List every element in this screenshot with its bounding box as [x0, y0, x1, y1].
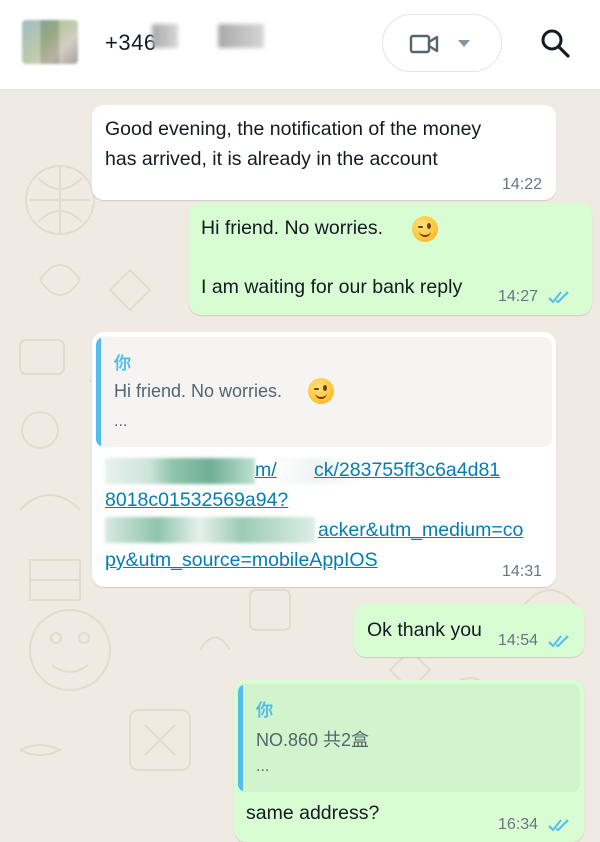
message-time: 14:31: [502, 563, 543, 580]
quote-accent-bar: [238, 684, 243, 792]
read-receipt-double-check-icon: [548, 291, 569, 304]
contact-avatar[interactable]: [22, 20, 78, 64]
quoted-message[interactable]: 你 NO.860 共2盒 ...: [238, 684, 580, 792]
quote-author: 你: [256, 701, 273, 720]
message-bubble-outgoing[interactable]: 你 NO.860 共2盒 ... same address? 16:34: [234, 680, 584, 842]
redacted-number-part: [218, 24, 264, 48]
winking-face-emoji-icon: [412, 216, 438, 242]
message-text: I am waiting for our bank reply: [201, 276, 463, 298]
contact-number[interactable]: +346: [105, 30, 157, 56]
link-text[interactable]: 8018c01532569a94?: [105, 485, 288, 515]
redacted-number-part: [152, 24, 178, 48]
message-bubble-incoming[interactable]: 你 Hi friend. No worries. ... m/ ck/28375…: [92, 332, 556, 587]
message-bubble-incoming[interactable]: Good evening, the notification of the mo…: [92, 105, 556, 200]
chat-header: +346: [0, 0, 600, 90]
read-receipt-double-check-icon: [548, 819, 569, 832]
quote-text: Hi friend. No worries.: [114, 381, 283, 401]
winking-face-emoji-icon: [308, 378, 334, 404]
link-text[interactable]: ck/283755ff3c6a4d81: [314, 455, 500, 485]
quote-more: ...: [114, 413, 128, 430]
message-text: Ok thank you: [367, 619, 482, 641]
link-text[interactable]: m/: [255, 455, 277, 485]
message-time: 14:54: [498, 632, 539, 649]
message-time: 14:27: [498, 288, 539, 305]
message-text: Good evening, the notification of the mo…: [105, 118, 482, 140]
message-text: Hi friend. No worries.: [201, 217, 384, 239]
message-text: has arrived, it is already in the accoun…: [105, 148, 438, 170]
link-text[interactable]: py&utm_source=mobileAppIOS: [105, 545, 378, 575]
search-icon[interactable]: [540, 28, 570, 58]
video-call-button[interactable]: [382, 14, 502, 72]
link-text[interactable]: acker&utm_medium=co: [318, 515, 523, 545]
video-camera-icon: [409, 34, 439, 54]
message-text: same address?: [246, 802, 380, 824]
quote-more: ...: [256, 758, 270, 775]
chevron-down-icon[interactable]: [457, 39, 471, 49]
quote-author: 你: [114, 354, 131, 373]
message-time: 14:22: [502, 176, 543, 193]
redacted-link-part: [105, 517, 315, 543]
read-receipt-double-check-icon: [548, 635, 569, 648]
quote-text: NO.860 共2盒: [256, 730, 370, 750]
quoted-message[interactable]: 你 Hi friend. No worries. ...: [96, 337, 552, 447]
redacted-link-part: [105, 458, 255, 484]
quote-accent-bar: [96, 337, 101, 447]
message-bubble-outgoing[interactable]: Ok thank you 14:54: [354, 604, 584, 657]
chat-area[interactable]: Good evening, the notification of the mo…: [0, 90, 600, 842]
message-time: 16:34: [498, 816, 539, 833]
message-bubble-outgoing[interactable]: Hi friend. No worries. I am waiting for …: [189, 203, 592, 315]
